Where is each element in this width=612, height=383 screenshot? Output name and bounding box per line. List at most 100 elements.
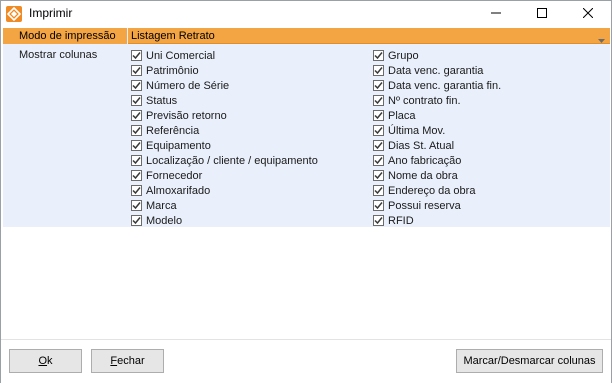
title-bar[interactable]: Imprimir [1, 1, 611, 27]
fechar-label-rest: echar [117, 355, 145, 367]
print-dialog: Imprimir Modo de impressão Listagem Retr… [0, 0, 612, 383]
dialog-footer: Ok Fechar Marcar/Desmarcar colunas [1, 339, 611, 383]
minimize-button[interactable] [473, 1, 519, 27]
column-option-label: Ano fabricação [388, 154, 462, 167]
column-checkbox[interactable] [373, 140, 384, 151]
column-option[interactable]: RFID [373, 213, 501, 228]
column-option[interactable]: Modelo [131, 213, 318, 228]
column-option-label: Última Mov. [388, 124, 446, 137]
right-column-checklist: Grupo Data venc. garantia Data venc. garan… [373, 48, 501, 228]
column-option[interactable]: Equipamento [131, 138, 318, 153]
close-dialog-button[interactable]: Fechar [91, 349, 164, 373]
minimize-icon [491, 8, 501, 21]
column-checkbox[interactable] [131, 125, 142, 136]
print-mode-select[interactable]: Listagem Retrato [128, 28, 610, 44]
column-option[interactable]: Localização / cliente / equipamento [131, 153, 318, 168]
ok-button[interactable]: Ok [9, 349, 82, 373]
column-checkbox[interactable] [373, 95, 384, 106]
column-checkbox[interactable] [373, 80, 384, 91]
column-checkbox[interactable] [131, 80, 142, 91]
column-option-label: Grupo [388, 49, 419, 62]
maximize-button[interactable] [519, 1, 565, 27]
close-icon [582, 7, 594, 21]
column-option[interactable]: Patrimônio [131, 63, 318, 78]
mode-label: Modo de impressão [19, 30, 116, 42]
ok-access-key: O [38, 355, 48, 367]
column-checkbox[interactable] [373, 125, 384, 136]
column-option-label: Fornecedor [146, 169, 203, 182]
fechar-access-key: F [110, 355, 118, 367]
toggle-columns-label: Marcar/Desmarcar colunas [463, 355, 596, 367]
column-option-label: Nome da obra [388, 169, 458, 182]
column-option[interactable]: Nº contrato fin. [373, 93, 501, 108]
column-option[interactable]: Data venc. garantia [373, 63, 501, 78]
close-button[interactable] [565, 1, 611, 27]
column-option-label: Status [146, 94, 178, 107]
column-checkbox[interactable] [131, 185, 142, 196]
column-option-label: Possui reserva [388, 199, 461, 212]
column-checkbox[interactable] [373, 65, 384, 76]
column-option-label: Modelo [146, 214, 183, 227]
app-logo-icon [6, 6, 22, 22]
column-option-label: Dias St. Atual [388, 139, 455, 152]
column-option[interactable]: Uni Comercial [131, 48, 318, 63]
column-option-label: Data venc. garantia [388, 64, 484, 77]
column-option[interactable]: Dias St. Atual [373, 138, 501, 153]
column-option-label: Almoxarifado [146, 184, 211, 197]
column-checkbox[interactable] [131, 140, 142, 151]
column-checkbox[interactable] [373, 110, 384, 121]
print-mode-value: Listagem Retrato [131, 30, 215, 42]
column-checkbox[interactable] [131, 65, 142, 76]
column-option[interactable]: Fornecedor [131, 168, 318, 183]
chevron-down-icon[interactable] [598, 34, 605, 46]
ok-label-rest: k [47, 355, 53, 367]
column-option-label: Previsão retorno [146, 109, 227, 122]
column-checkbox[interactable] [373, 155, 384, 166]
column-option-label: Equipamento [146, 139, 211, 152]
column-option-label: Referência [146, 124, 200, 137]
column-option[interactable]: Endereço da obra [373, 183, 501, 198]
column-checkbox[interactable] [131, 215, 142, 226]
window-title: Imprimir [29, 6, 73, 20]
column-checkbox[interactable] [131, 95, 142, 106]
column-option[interactable]: Possui reserva [373, 198, 501, 213]
column-option[interactable]: Última Mov. [373, 123, 501, 138]
column-option-label: Data venc. garantia fin. [388, 79, 502, 92]
maximize-icon [537, 7, 547, 21]
column-option-label: Nº contrato fin. [388, 94, 461, 107]
column-checkbox[interactable] [373, 50, 384, 61]
column-checkbox[interactable] [131, 110, 142, 121]
column-option-label: Localização / cliente / equipamento [146, 154, 318, 167]
column-option-label: Marca [146, 199, 177, 212]
column-option[interactable]: Marca [131, 198, 318, 213]
column-checkbox[interactable] [373, 215, 384, 226]
column-checkbox[interactable] [131, 50, 142, 61]
column-option[interactable]: Referência [131, 123, 318, 138]
column-option-label: Endereço da obra [388, 184, 476, 197]
column-option-label: RFID [388, 214, 414, 227]
column-option[interactable]: Número de Série [131, 78, 318, 93]
column-option[interactable]: Previsão retorno [131, 108, 318, 123]
column-option[interactable]: Almoxarifado [131, 183, 318, 198]
column-option[interactable]: Placa [373, 108, 501, 123]
column-checkbox[interactable] [373, 170, 384, 181]
column-checkbox[interactable] [131, 170, 142, 181]
toggle-columns-button[interactable]: Marcar/Desmarcar colunas [456, 349, 603, 373]
mode-label-cell: Modo de impressão [3, 28, 127, 44]
column-option[interactable]: Data venc. garantia fin. [373, 78, 501, 93]
column-option[interactable]: Nome da obra [373, 168, 501, 183]
columns-label: Mostrar colunas [19, 49, 98, 61]
left-column-checklist: Uni Comercial Patrimônio Número de Série St… [131, 48, 318, 228]
column-option[interactable]: Grupo [373, 48, 501, 63]
column-checkbox[interactable] [373, 185, 384, 196]
column-option[interactable]: Status [131, 93, 318, 108]
column-checkbox[interactable] [131, 155, 142, 166]
column-option-label: Patrimônio [146, 64, 199, 77]
column-option-label: Placa [388, 109, 416, 122]
column-option[interactable]: Ano fabricação [373, 153, 501, 168]
column-option-label: Número de Série [146, 79, 230, 92]
print-options-grid: Modo de impressão Listagem Retrato Mostr… [3, 28, 610, 227]
column-option-label: Uni Comercial [146, 49, 216, 62]
column-checkbox[interactable] [373, 200, 384, 211]
column-checkbox[interactable] [131, 200, 142, 211]
